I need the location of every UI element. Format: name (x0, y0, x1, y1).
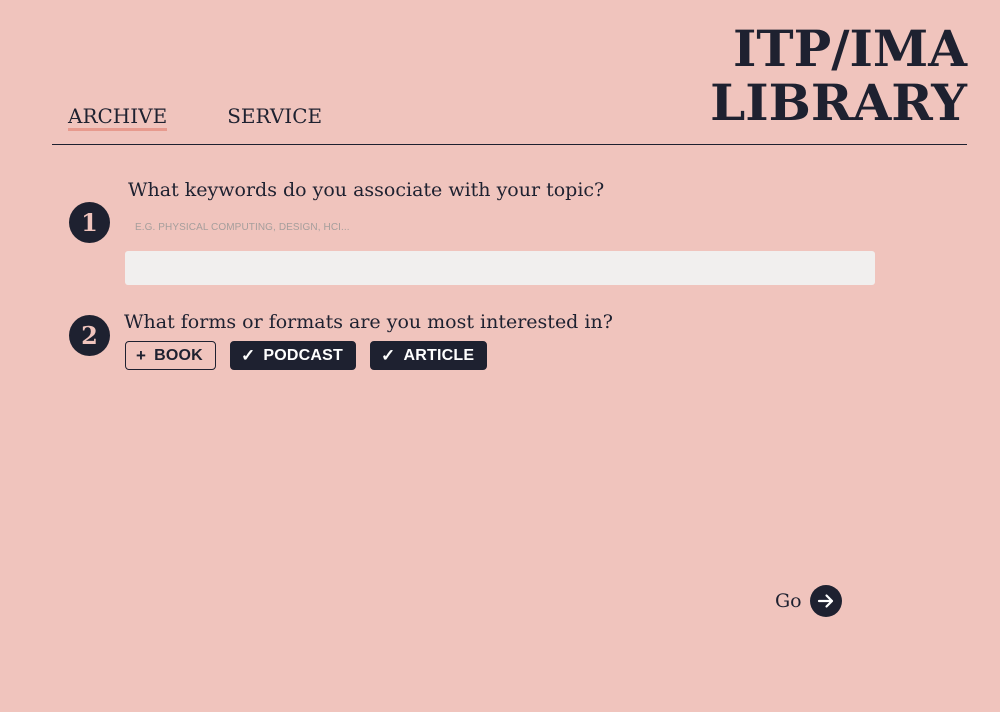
site-title-line2: LIBRARY (710, 73, 967, 132)
keywords-input[interactable] (125, 251, 875, 285)
go-button[interactable]: Go (775, 585, 842, 617)
site-title: ITP/IMA LIBRARY (710, 22, 967, 130)
formats-question: What forms or formats are you most inter… (124, 311, 613, 333)
main-nav: ARCHIVE SERVICE (68, 104, 322, 131)
nav-item-service[interactable]: SERVICE (227, 104, 322, 131)
step-number-2: 2 (69, 315, 110, 356)
format-chip-book[interactable]: + BOOK (125, 341, 216, 370)
format-chip-label: BOOK (154, 346, 203, 364)
checkmark-icon: ✓ (240, 345, 256, 365)
format-chip-label: ARTICLE (403, 346, 475, 364)
format-chip-article[interactable]: ✓ ARTICLE (370, 341, 488, 370)
nav-item-archive[interactable]: ARCHIVE (68, 104, 168, 131)
format-chip-label: PODCAST (263, 346, 344, 364)
format-chip-podcast[interactable]: ✓ PODCAST (229, 341, 357, 370)
site-title-line1: ITP/IMA (733, 19, 967, 78)
plus-icon: + (136, 345, 147, 365)
keywords-hint: E.G. PHYSICAL COMPUTING, DESIGN, HCI... (135, 222, 350, 233)
header-divider (52, 144, 967, 145)
keywords-question: What keywords do you associate with your… (128, 179, 605, 201)
go-label: Go (775, 590, 802, 612)
arrow-right-icon (809, 585, 842, 617)
step-number-1: 1 (69, 202, 110, 243)
format-options: + BOOK ✓ PODCAST ✓ ARTICLE (125, 341, 488, 370)
checkmark-icon: ✓ (381, 345, 396, 365)
